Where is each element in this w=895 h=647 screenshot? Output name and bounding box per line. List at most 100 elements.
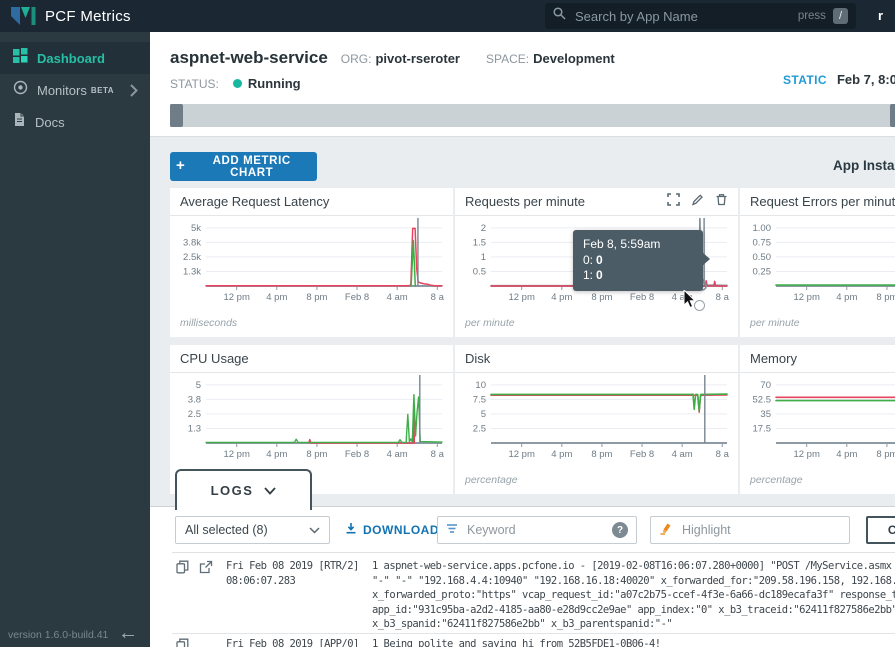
press-hint: press (798, 10, 826, 22)
svg-text:12 pm: 12 pm (223, 292, 249, 303)
sidebar-item-docs[interactable]: Docs (0, 106, 150, 138)
org-value: pivot-rseroter (375, 51, 460, 66)
memory-chart[interactable]: 7052.53517.512 pm4 pm8 pmFeb 84 am8 a (740, 373, 895, 471)
keyword-input[interactable] (465, 522, 612, 538)
sidebar-item-label: Dashboard (37, 51, 105, 66)
monitors-icon (13, 80, 28, 100)
plus-icon: + (176, 157, 185, 174)
sidebar-item-label: Docs (35, 115, 65, 130)
svg-text:2: 2 (481, 223, 486, 234)
help-icon[interactable]: ? (612, 522, 628, 538)
edit-pencil-icon[interactable] (691, 193, 704, 211)
download-logs-button[interactable]: DOWNLOAD (345, 516, 439, 544)
sidebar-item-monitors[interactable]: Monitors BETA (0, 74, 150, 106)
svg-text:Feb 8: Feb 8 (630, 292, 654, 303)
org-label: ORG: (341, 52, 372, 66)
highlight-filter-field (650, 516, 850, 544)
log-entry: Fri Feb 08 2019 [APP/0] 1 Being polite a… (150, 637, 895, 647)
sidebar-item-dashboard[interactable]: Dashboard (0, 42, 150, 74)
highlight-input[interactable] (680, 522, 841, 538)
svg-text:4 pm: 4 pm (836, 449, 857, 460)
requests-chart-card: Requests per minute 21.510.512 pm4 pm8 p… (455, 188, 738, 337)
copy-icon[interactable] (176, 638, 189, 647)
chevron-right-icon (130, 84, 138, 102)
chart-unit-label: per minute (740, 314, 895, 329)
svg-text:4 pm: 4 pm (551, 449, 572, 460)
chart-title: Disk (465, 351, 728, 366)
username-fragment[interactable]: r (878, 8, 883, 23)
slider-handle-left[interactable] (170, 104, 183, 127)
svg-text:1.3k: 1.3k (183, 266, 201, 277)
cpu-chart[interactable]: 53.82.51.312 pm4 pm8 pmFeb 84 am8 a (170, 373, 453, 471)
logs-tab[interactable]: LOGS (175, 469, 312, 510)
svg-text:17.5: 17.5 (753, 423, 772, 434)
svg-text:1.5: 1.5 (473, 237, 486, 248)
svg-text:8 a: 8 a (716, 292, 730, 303)
app-search[interactable]: press / (545, 3, 856, 29)
request-errors-chart-card: Request Errors per minute 1.000.750.500.… (740, 188, 895, 337)
fullscreen-icon[interactable] (667, 193, 680, 211)
add-metric-chart-button[interactable]: + ADD METRIC CHART (170, 152, 317, 181)
tooltip-arrow (702, 252, 710, 266)
time-range-label[interactable]: Feb 7, 8:06 am (837, 72, 895, 87)
logs-panel: All selected (8) DOWNLOAD ? (150, 506, 895, 647)
pcf-metrics-logo-icon (10, 5, 36, 27)
docs-icon (13, 112, 26, 132)
sidebar-item-label: Monitors (37, 83, 87, 98)
dashboard-icon (13, 48, 28, 68)
tooltip-timestamp: Feb 8, 5:59am (583, 237, 693, 251)
svg-text:52.5: 52.5 (753, 394, 772, 405)
svg-text:5k: 5k (191, 223, 201, 234)
clear-filters-button[interactable]: CLEAR (866, 516, 895, 544)
beta-badge: BETA (91, 86, 114, 95)
log-message: 1 aspnet-web-service.apps.pcfone.io - [2… (372, 559, 895, 632)
page-header: aspnet-web-service ORG: pivot-rseroter S… (150, 32, 895, 137)
static-mode-label[interactable]: STATIC (783, 73, 827, 87)
log-timestamp: Fri Feb 08 2019 [RTR/2] 08:06:07.283 (226, 559, 372, 632)
collapse-sidebar-arrow-icon[interactable]: ← (118, 622, 138, 645)
disk-chart[interactable]: 107.552.512 pm4 pm8 pmFeb 84 am8 a (455, 373, 738, 471)
app-instances-label: App Instances (833, 158, 895, 173)
svg-text:8 a: 8 a (716, 449, 730, 460)
delete-trash-icon[interactable] (715, 193, 728, 211)
svg-text:4 pm: 4 pm (836, 292, 857, 303)
svg-text:8 a: 8 a (431, 449, 445, 460)
app-title: PCF Metrics (45, 8, 131, 25)
search-input[interactable] (573, 8, 798, 25)
svg-text:2.5: 2.5 (188, 409, 201, 420)
time-range-slider[interactable] (170, 104, 895, 127)
svg-text:0.25: 0.25 (753, 266, 772, 277)
space-value: Development (533, 51, 615, 66)
log-entry: Fri Feb 08 2019 [RTR/2] 08:06:07.283 1 a… (150, 559, 895, 632)
requests-chart[interactable]: 21.510.512 pm4 pm8 pmFeb 84 am8 a Feb 8,… (455, 216, 738, 314)
latency-chart[interactable]: 5k3.8k2.5k1.3k12 pm4 pm8 pmFeb 84 am8 a (170, 216, 453, 314)
svg-text:4 pm: 4 pm (266, 292, 287, 303)
svg-text:70: 70 (760, 380, 771, 391)
svg-text:7.5: 7.5 (473, 394, 486, 405)
pcf-metrics-dashboard: PCF Metrics press / r Dashboard (0, 0, 895, 647)
request-errors-chart[interactable]: 1.000.750.500.2512 pm4 pm8 pmFeb 84 am8 … (740, 216, 895, 314)
svg-text:Feb 8: Feb 8 (630, 449, 654, 460)
disk-chart-card: Disk 107.552.512 pm4 pm8 pmFeb 84 am8 a … (455, 345, 738, 494)
copy-icon[interactable] (176, 560, 189, 632)
latency-chart-card: Average Request Latency 5k3.8k2.5k1.3k12… (170, 188, 453, 337)
svg-text:Feb 8: Feb 8 (345, 292, 369, 303)
svg-text:8 pm: 8 pm (876, 292, 895, 303)
chart-title: Requests per minute (465, 194, 667, 209)
chart-hover-tooltip: Feb 8, 5:59am 0:0 1:0 (573, 230, 703, 291)
log-sources-select[interactable]: All selected (8) (175, 516, 330, 544)
space-label: SPACE: (486, 52, 529, 66)
svg-text:0.5: 0.5 (473, 266, 486, 277)
svg-text:8 pm: 8 pm (306, 449, 327, 460)
svg-text:12 pm: 12 pm (508, 292, 534, 303)
svg-text:8 pm: 8 pm (591, 292, 612, 303)
log-timestamp: Fri Feb 08 2019 [APP/0] (226, 637, 372, 647)
slider-handle-right[interactable] (890, 104, 895, 127)
external-link-icon[interactable] (199, 560, 213, 632)
hover-point-ring (694, 300, 705, 311)
sidebar: Dashboard Monitors BETA Docs version 1.6… (0, 32, 150, 647)
chart-title: CPU Usage (180, 351, 443, 366)
svg-text:4 am: 4 am (387, 449, 408, 460)
topbar: PCF Metrics press / r (0, 0, 895, 32)
chart-title: Memory (750, 351, 895, 366)
